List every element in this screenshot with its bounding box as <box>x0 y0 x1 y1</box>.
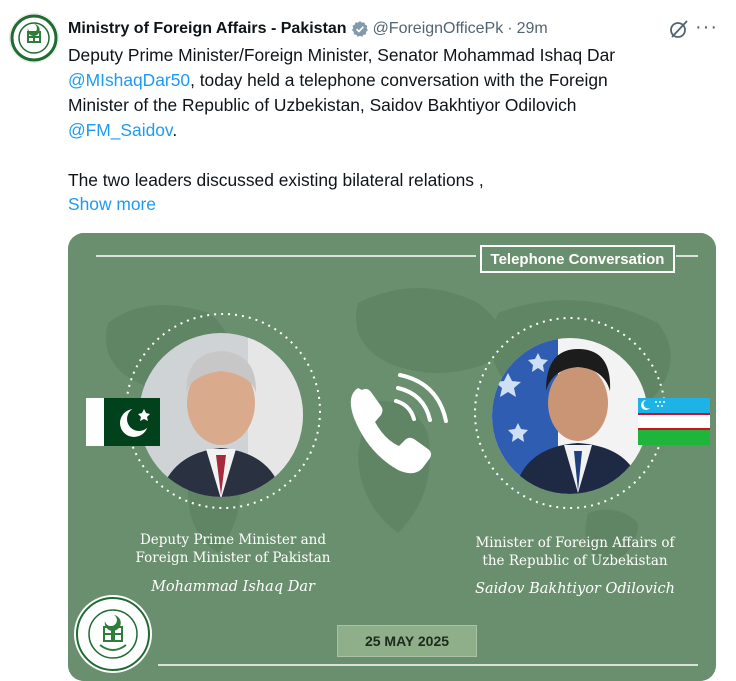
tweet-header: Ministry of Foreign Affairs - Pakistan @… <box>68 17 726 41</box>
separator-dot: · <box>507 20 513 37</box>
mention-saidov[interactable]: @FM_Saidov <box>68 120 172 140</box>
text-line-4-end: . <box>172 120 178 140</box>
mention-ishaqdar[interactable]: @MIshaqDar50 <box>68 70 190 90</box>
left-caption: Deputy Prime Minister and Foreign Minist… <box>108 531 358 567</box>
grok-icon[interactable] <box>668 18 690 40</box>
tweet-text: Deputy Prime Minister/Foreign Minister, … <box>68 43 718 193</box>
left-caption-line-1: Deputy Prime Minister and <box>139 532 327 548</box>
timestamp[interactable]: 29m <box>517 20 548 38</box>
text-line-1: Deputy Prime Minister/Foreign Minister, … <box>68 45 616 65</box>
show-more-link[interactable]: Show more <box>68 194 156 215</box>
right-caption-line-1: Minister of Foreign Affairs of <box>475 535 675 551</box>
author-name[interactable]: Ministry of Foreign Affairs - Pakistan <box>68 20 347 38</box>
right-caption-line-2: the Republic of Uzbekistan <box>482 553 668 569</box>
author-handle[interactable]: @ForeignOfficePk <box>373 20 504 38</box>
pakistan-flag <box>86 398 160 446</box>
tweet-media-image[interactable]: Telephone Conversation Deputy Prime Mini… <box>68 233 716 681</box>
telephone-conversation-tag: Telephone Conversation <box>480 245 675 273</box>
right-caption: Minister of Foreign Affairs of the Repub… <box>460 534 690 570</box>
left-caption-line-2: Foreign Minister of Pakistan <box>135 550 331 566</box>
uzbekistan-flag <box>638 398 710 445</box>
text-line-3: Minister of the Republic of Uzbekistan, … <box>68 95 577 115</box>
ministry-emblem <box>72 593 154 675</box>
right-signature: Saidov Bakhtiyor Odilovich <box>475 581 675 597</box>
date-badge: 25 MAY 2025 <box>337 625 477 657</box>
more-options-icon[interactable]: ··· <box>695 16 718 39</box>
text-para-2: The two leaders discussed existing bilat… <box>68 170 484 190</box>
verified-badge-icon <box>351 20 369 38</box>
text-line-2: , today held a telephone conversation wi… <box>190 70 608 90</box>
avatar[interactable] <box>9 13 59 63</box>
